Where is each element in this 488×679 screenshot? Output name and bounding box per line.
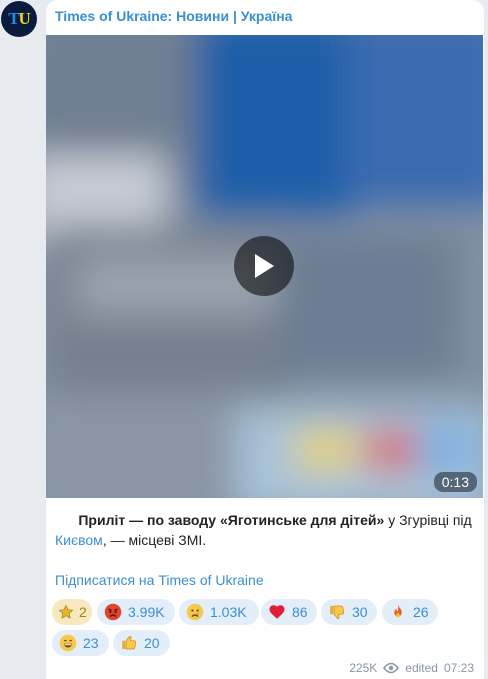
edited-label: edited — [405, 661, 438, 675]
reaction-count: 2 — [79, 604, 87, 620]
reaction-count: 1.03K — [210, 604, 247, 620]
crying-face-icon — [185, 602, 205, 622]
reaction-count: 26 — [413, 604, 429, 620]
fire-icon — [388, 602, 408, 622]
thumbs-up-icon — [119, 633, 139, 653]
message-meta: 225K edited 07:23 — [349, 661, 474, 675]
reaction-count: 86 — [292, 604, 308, 620]
kyiv-link[interactable]: Києвом — [55, 532, 103, 548]
heart-icon — [267, 602, 287, 622]
reaction-heart[interactable]: 86 — [261, 599, 317, 625]
video-player[interactable]: 0:13 — [46, 35, 483, 498]
message-time: 07:23 — [443, 661, 474, 675]
avatar-letter-u: U — [18, 9, 31, 28]
angry-face-icon — [103, 602, 123, 622]
reaction-count: 3.99K — [128, 604, 165, 620]
grinning-face-icon — [58, 633, 78, 653]
channel-avatar[interactable]: TU — [1, 1, 37, 37]
view-count: 225K — [349, 661, 378, 675]
reaction-fire[interactable]: 26 — [382, 599, 438, 625]
caption-lead: Приліт — по заводу «Яготинське для дітей… — [78, 512, 385, 528]
reaction-count: 20 — [144, 635, 160, 651]
eye-icon — [383, 662, 400, 674]
message-bubble: Times of Ukraine: Новини | Україна 0:13 … — [46, 0, 484, 679]
subscribe-link[interactable]: Підписатися на Times of Ukraine — [55, 572, 264, 588]
reaction-grinning[interactable]: 23 — [52, 630, 109, 656]
avatar-letter-t: T — [8, 9, 19, 28]
reaction-count: 23 — [83, 635, 99, 651]
reaction-star[interactable]: 2 — [52, 599, 92, 625]
caption-text-2: , — місцеві ЗМІ. — [102, 532, 207, 548]
caption-text-1: у Згурівці під — [384, 512, 472, 528]
reaction-crying[interactable]: 1.03K — [179, 599, 259, 625]
play-icon — [255, 254, 274, 278]
reaction-count: 30 — [352, 604, 368, 620]
star-icon — [58, 602, 74, 622]
play-button[interactable] — [234, 236, 294, 296]
reaction-thumbs-up[interactable]: 20 — [113, 630, 170, 656]
reaction-thumbs-down[interactable]: 30 — [321, 599, 377, 625]
channel-name-link[interactable]: Times of Ukraine: Новини | Україна — [55, 8, 292, 24]
message-text: Приліт — по заводу «Яготинське для дітей… — [55, 510, 475, 550]
reaction-angry[interactable]: 3.99K — [97, 599, 175, 625]
video-duration: 0:13 — [433, 472, 477, 492]
thumbs-down-icon — [327, 602, 347, 622]
